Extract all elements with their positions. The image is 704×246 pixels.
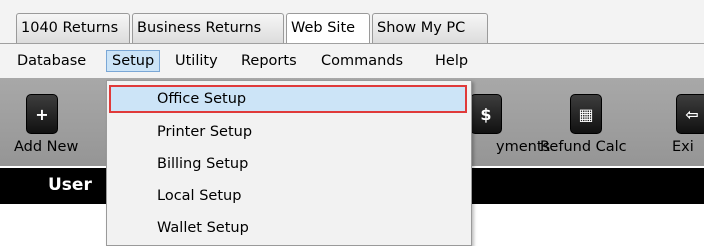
refund-calc-button[interactable]: ▦ Refund Calc [540,78,634,166]
menu-utility[interactable]: Utility [170,50,223,72]
menu-reports[interactable]: Reports [236,50,302,72]
refund-calc-label: Refund Calc [540,139,627,155]
exit-button[interactable]: ⇦ Exi [666,78,704,166]
add-new-label: Add New [14,139,79,155]
tab-web-site[interactable]: Web Site [286,13,370,43]
tab-label: 1040 Returns [21,20,119,36]
tab-label: Show My PC [377,20,466,36]
exit-icon: ⇦ [676,94,704,134]
tab-show-my-pc[interactable]: Show My PC [372,13,488,43]
menu-commands[interactable]: Commands [316,50,408,72]
add-document-icon: + [26,94,58,134]
calculator-icon: ▦ [570,94,602,134]
menu-item-billing-setup[interactable]: Billing Setup [109,150,467,178]
menu-bar: Database Setup Utility Reports Commands … [0,44,704,78]
payments-icon: $ [470,94,502,134]
menu-database[interactable]: Database [12,50,91,72]
tab-business-returns[interactable]: Business Returns [132,13,284,43]
menu-help[interactable]: Help [430,50,473,72]
menu-item-printer-setup[interactable]: Printer Setup [109,118,467,146]
tab-label: Business Returns [137,20,262,36]
menu-item-wallet-setup[interactable]: Wallet Setup [109,214,467,242]
payments-button[interactable]: $ yments [470,78,550,166]
exit-label: Exi [672,139,694,155]
tab-1040-returns[interactable]: 1040 Returns [16,13,130,43]
menu-setup[interactable]: Setup [106,50,161,72]
tab-label: Web Site [291,20,356,36]
menu-item-local-setup[interactable]: Local Setup [109,182,467,210]
setup-dropdown-menu: Office Setup Printer Setup Billing Setup… [106,80,472,246]
band-title: User [48,175,92,195]
tab-strip: 1040 Returns Business Returns Web Site S… [0,0,704,44]
add-new-button[interactable]: + Add New [14,78,94,166]
menu-item-office-setup[interactable]: Office Setup [109,85,467,113]
